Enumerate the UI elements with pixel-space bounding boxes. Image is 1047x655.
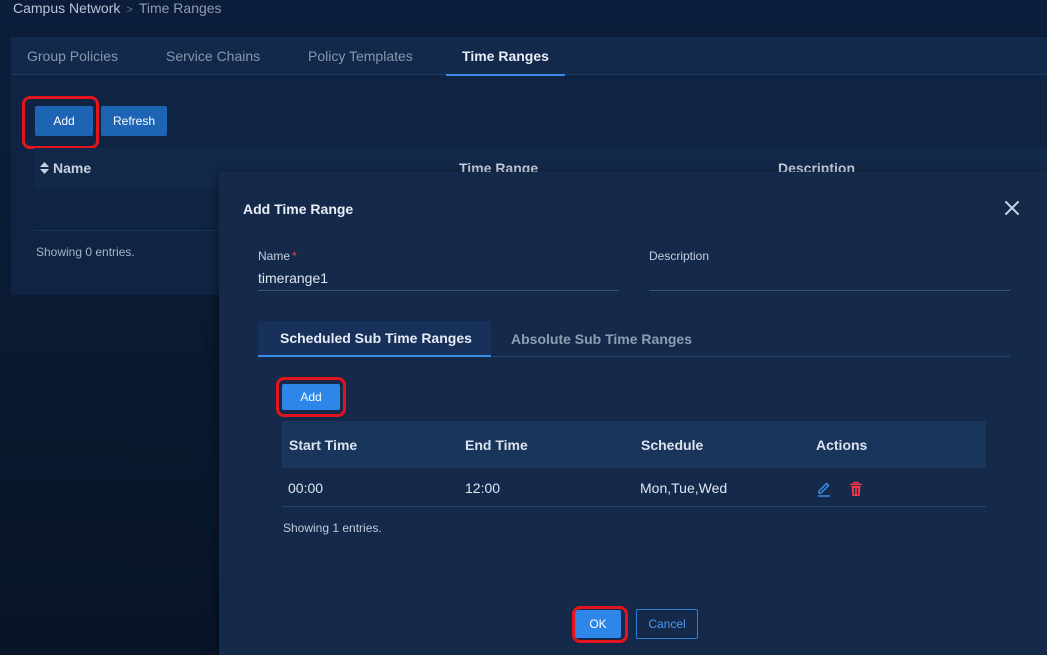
refresh-button[interactable]: Refresh <box>101 106 167 136</box>
tab-absolute-sub-time-ranges[interactable]: Absolute Sub Time Ranges <box>511 321 692 357</box>
description-label: Description <box>649 249 710 263</box>
column-header-end-time: End Time <box>465 437 528 453</box>
name-label-text: Name <box>258 249 291 263</box>
breadcrumb-current: Time Ranges <box>138 0 222 16</box>
name-input[interactable]: timerange1 <box>258 270 618 290</box>
add-sub-range-button[interactable]: Add <box>282 384 340 410</box>
tab-scheduled-sub-time-ranges[interactable]: Scheduled Sub Time Ranges <box>258 321 491 357</box>
breadcrumb-root[interactable]: Campus Network <box>13 0 120 16</box>
tab-time-ranges[interactable]: Time Ranges <box>446 37 565 76</box>
column-header-schedule: Schedule <box>641 437 704 453</box>
tab-service-chains[interactable]: Service Chains <box>166 37 260 74</box>
close-icon[interactable] <box>1003 199 1021 217</box>
entries-count: Showing 0 entries. <box>36 245 135 259</box>
dialog-title: Add Time Range <box>243 201 354 217</box>
cancel-button[interactable]: Cancel <box>636 609 698 639</box>
cell-end-time: 12:00 <box>465 480 501 496</box>
table-row: 00:00 12:00 Mon,Tue,Wed <box>282 468 986 507</box>
cell-schedule: Mon,Tue,Wed <box>640 480 728 496</box>
edit-icon[interactable] <box>816 481 832 497</box>
breadcrumb: Campus Network > Time Ranges <box>13 0 222 18</box>
cell-start-time: 00:00 <box>288 480 324 496</box>
name-label: Name * <box>258 249 297 263</box>
required-mark: * <box>292 249 297 263</box>
sub-ranges-table-header: Start Time End Time Schedule Actions <box>282 421 986 468</box>
tab-policy-templates[interactable]: Policy Templates <box>308 37 413 74</box>
ok-button[interactable]: OK <box>575 610 621 638</box>
tab-bar: Group Policies Service Chains Policy Tem… <box>11 37 1047 76</box>
page: Campus Network > Time Ranges Group Policie… <box>0 0 1047 655</box>
breadcrumb-separator: > <box>126 4 133 16</box>
sort-icon <box>40 162 49 174</box>
column-header-actions: Actions <box>816 437 868 453</box>
description-input-underline <box>649 290 1010 291</box>
column-header-name-label: Name <box>53 160 92 176</box>
column-header-start-time: Start Time <box>289 437 358 453</box>
tab-group-policies[interactable]: Group Policies <box>27 37 118 74</box>
description-input[interactable] <box>649 270 1009 290</box>
sub-ranges-entries-count: Showing 1 entries. <box>283 521 382 535</box>
add-button[interactable]: Add <box>35 106 93 136</box>
add-time-range-dialog: Add Time Range Name * timerange1 Descript… <box>219 172 1047 655</box>
delete-icon[interactable] <box>848 481 864 497</box>
name-input-underline <box>258 290 619 291</box>
column-header-name[interactable]: Name <box>40 160 91 176</box>
